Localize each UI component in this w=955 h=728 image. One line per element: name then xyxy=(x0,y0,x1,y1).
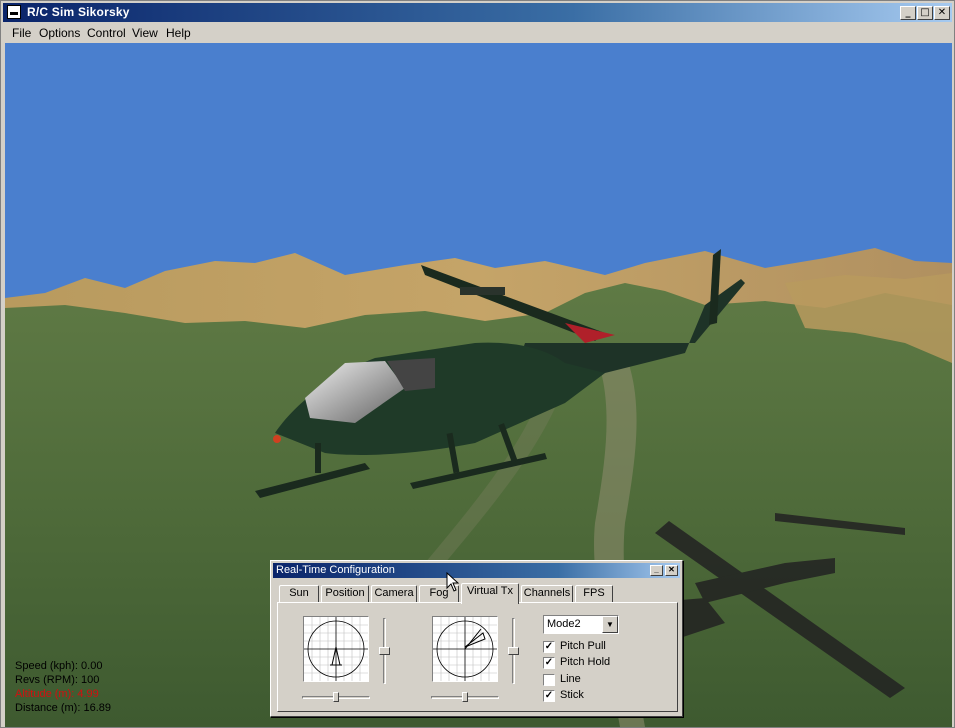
left-vertical-slider-thumb[interactable] xyxy=(379,647,390,655)
tab-channels[interactable]: Channels xyxy=(521,585,573,603)
checkbox-checked-icon[interactable]: ✓ xyxy=(543,657,555,669)
pitch-pull-label: Pitch Pull xyxy=(560,640,606,652)
close-button[interactable]: ✕ xyxy=(934,6,950,20)
chevron-down-icon[interactable]: ▼ xyxy=(602,616,618,633)
menu-control[interactable]: Control xyxy=(87,26,126,40)
title-bar[interactable]: R/C Sim Sikorsky _ □ ✕ xyxy=(3,3,952,22)
dialog-title: Real-Time Configuration xyxy=(276,564,395,576)
maximize-button[interactable]: □ xyxy=(917,6,933,20)
tab-sun[interactable]: Sun xyxy=(279,585,319,603)
stick-label: Stick xyxy=(560,689,584,701)
mouse-cursor-icon xyxy=(446,572,460,592)
line-label: Line xyxy=(560,673,581,685)
right-horizontal-slider[interactable] xyxy=(431,692,499,702)
left-stick-pad[interactable] xyxy=(303,616,369,682)
checkbox-checked-icon[interactable]: ✓ xyxy=(543,690,555,702)
app-icon[interactable] xyxy=(7,5,21,19)
mode-select[interactable]: Mode2 ▼ xyxy=(543,615,619,634)
menu-options[interactable]: Options xyxy=(39,26,80,40)
dialog-close-button[interactable]: ✕ xyxy=(665,565,678,576)
left-horizontal-slider[interactable] xyxy=(302,692,370,702)
revs-readout: Revs (RPM): 100 xyxy=(15,674,100,686)
window-title: R/C Sim Sikorsky xyxy=(27,5,130,19)
right-stick-graph xyxy=(433,617,497,681)
tab-camera[interactable]: Camera xyxy=(371,585,417,603)
dialog-title-bar[interactable]: Real-Time Configuration _ ✕ xyxy=(273,563,680,578)
menu-file[interactable]: File xyxy=(12,26,31,40)
speed-readout: Speed (kph): 0.00 xyxy=(15,660,103,672)
realtime-config-dialog: Real-Time Configuration _ ✕ Sun Position… xyxy=(270,560,683,717)
right-vertical-slider-thumb[interactable] xyxy=(508,647,519,655)
flight-telemetry: Speed (kph): 0.00 Revs (RPM): 100 Altitu… xyxy=(15,659,111,715)
tab-fps[interactable]: FPS xyxy=(575,585,613,603)
right-vertical-slider[interactable] xyxy=(508,616,519,686)
left-vertical-slider[interactable] xyxy=(379,616,390,686)
tab-virtual-tx[interactable]: Virtual Tx xyxy=(461,583,519,604)
right-horizontal-slider-thumb[interactable] xyxy=(462,692,468,702)
left-stick-graph xyxy=(304,617,368,681)
menu-help[interactable]: Help xyxy=(166,26,191,40)
menu-view[interactable]: View xyxy=(132,26,158,40)
dialog-minimize-button[interactable]: _ xyxy=(650,565,663,576)
tab-position[interactable]: Position xyxy=(321,585,369,603)
minimize-button[interactable]: _ xyxy=(900,6,916,20)
menu-bar: File Options Control View Help xyxy=(3,23,952,43)
altitude-readout: Altitude (m): 4.99 xyxy=(15,688,99,700)
checkbox-checked-icon[interactable]: ✓ xyxy=(543,641,555,653)
left-horizontal-slider-thumb[interactable] xyxy=(333,692,339,702)
checkbox-unchecked-icon[interactable] xyxy=(543,674,555,686)
pitch-hold-label: Pitch Hold xyxy=(560,656,611,668)
right-stick-pad[interactable] xyxy=(432,616,498,682)
distance-readout: Distance (m): 16.89 xyxy=(15,702,111,714)
mode-select-value: Mode2 xyxy=(547,618,581,630)
